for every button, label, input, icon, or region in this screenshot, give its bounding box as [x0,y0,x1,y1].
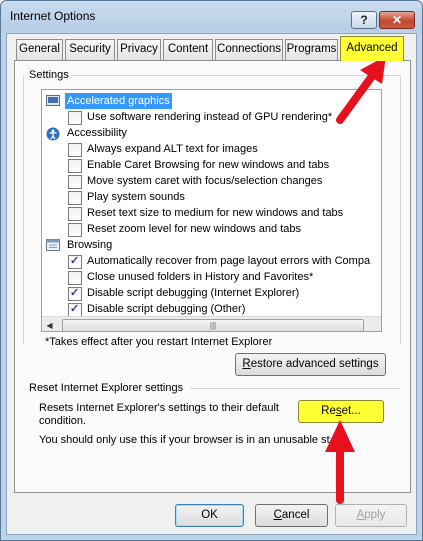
arrow-to-reset-button-icon [325,420,355,504]
annotation-arrows [325,56,386,504]
tab-advanced[interactable]: Advanced [340,36,404,61]
arrow-to-advanced-tab-icon [336,56,386,124]
